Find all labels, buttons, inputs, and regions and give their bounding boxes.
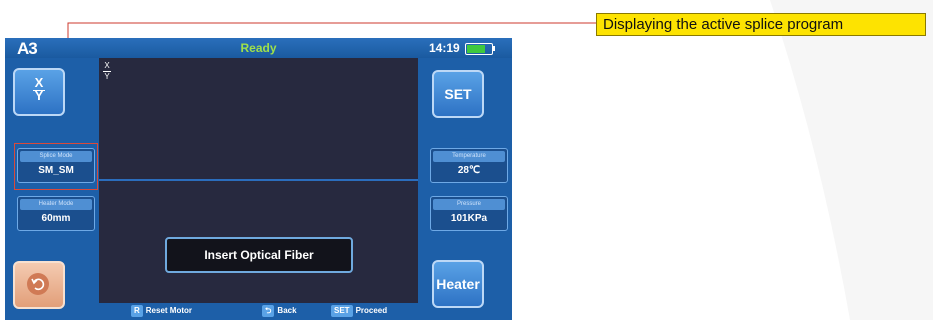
heater-button[interactable]: Heater — [432, 260, 484, 308]
insert-fiber-message: Insert Optical Fiber — [165, 237, 353, 273]
axis-x: X — [104, 61, 110, 70]
hint-reset-motor-label: Reset Motor — [145, 306, 193, 315]
splice-mode-value: SM_SM — [38, 165, 74, 176]
xy-view-button[interactable]: XY — [13, 68, 65, 116]
clock: 14:19 — [429, 41, 460, 55]
splice-mode-panel[interactable]: Splice Mode SM_SM — [17, 148, 95, 183]
hint-proceed-label: Proceed — [355, 306, 388, 315]
temperature-value: 28℃ — [457, 165, 481, 176]
splice-mode-label: Splice Mode — [20, 151, 92, 162]
fusion-splicer-screen: A3 Ready 14:19 XY Splice Mode SM_SM Heat… — [5, 38, 512, 320]
back-button[interactable] — [13, 261, 65, 309]
temperature-label: Temperature — [433, 151, 505, 162]
callout-label: Displaying the active splice program — [596, 13, 926, 36]
key-r: R — [131, 305, 143, 317]
undo-arrow-icon — [27, 273, 49, 295]
pressure-panel: Pressure 101KPa — [430, 196, 508, 231]
temperature-panel: Temperature 28℃ — [430, 148, 508, 183]
hint-back-label: Back — [277, 306, 297, 315]
key-set: SET — [331, 305, 353, 317]
battery-icon — [465, 43, 495, 55]
pressure-label: Pressure — [433, 199, 505, 210]
axis-indicator: X Y — [103, 62, 111, 81]
hint-proceed: SET Proceed — [331, 305, 387, 317]
heater-mode-value: 60mm — [41, 213, 71, 224]
view-divider — [99, 179, 418, 181]
pressure-value: 101KPa — [450, 213, 488, 224]
top-status-bar: A3 Ready 14:19 — [5, 38, 512, 58]
heater-mode-label: Heater Mode — [20, 199, 92, 210]
fiber-camera-view: X Y Insert Optical Fiber — [99, 58, 418, 303]
hint-reset-motor: R Reset Motor — [131, 305, 192, 317]
key-back-icon: ⮌ — [262, 305, 275, 317]
set-button[interactable]: SET — [432, 70, 484, 118]
heater-mode-panel[interactable]: Heater Mode 60mm — [17, 196, 95, 231]
axis-y: Y — [104, 72, 110, 81]
hint-back: ⮌ Back — [262, 305, 297, 317]
